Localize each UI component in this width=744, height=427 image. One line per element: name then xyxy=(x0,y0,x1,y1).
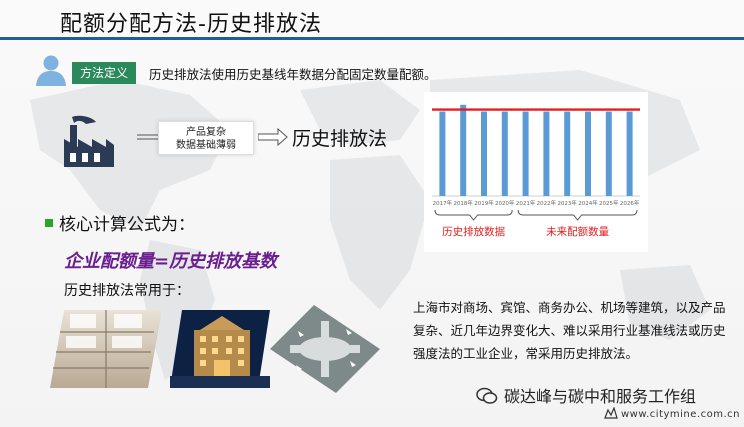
chart-bar xyxy=(439,111,446,196)
chart-tick-label: 2021年 xyxy=(516,199,536,207)
chart-group-label: 未来配额数量 xyxy=(546,225,609,238)
chart-tick-label: 2017年 xyxy=(433,199,453,207)
chart-tick-label: 2019年 xyxy=(474,199,494,207)
chart-group-bracket xyxy=(517,209,638,221)
page-title: 配额分配方法-历史排放法 xyxy=(60,12,322,37)
chart-tick-label: 2020年 xyxy=(495,199,515,207)
chart-tick-label: 2023年 xyxy=(557,199,577,207)
definition-tag: 方法定义 xyxy=(72,62,136,84)
formula-heading: 核心计算公式为： xyxy=(45,210,195,235)
usage-heading: 历史排放法常用于： xyxy=(64,283,190,299)
method-name: 历史排放法 xyxy=(292,128,388,150)
mall-interior-photo xyxy=(50,310,162,388)
bullet-square-icon xyxy=(45,219,53,227)
chart-bar xyxy=(585,111,591,196)
chart-bar xyxy=(501,111,508,196)
application-description: 上海市对商场、宾馆、商务办公、机场等建筑，以及产品复杂、近几年边界变化大、难以采… xyxy=(413,300,726,361)
header-divider xyxy=(0,37,744,40)
chart-tick-label: 2025年 xyxy=(599,199,619,207)
chart-bar xyxy=(460,104,467,196)
person-icon xyxy=(36,55,66,86)
wechat-icon xyxy=(476,387,498,404)
chart-tick-label: 2024年 xyxy=(578,199,598,207)
wechat-account-name: 碳达峰与碳中和服务工作组 xyxy=(504,387,697,406)
flow-arrow-1 xyxy=(137,134,159,140)
chart-tick-label: 2022年 xyxy=(537,199,557,207)
wechat-watermark: 碳达峰与碳中和服务工作组 xyxy=(476,383,696,407)
formula-expression: 企业配额量=历史排放基数 xyxy=(64,251,278,272)
citymine-logo-icon xyxy=(604,407,618,419)
slide: 配额分配方法-历史排放法 方法定义 历史排放法使用历史基线年数据分配固定数量配额… xyxy=(0,0,744,427)
definition-text: 历史排放法使用历史基线年数据分配固定数量配额。 xyxy=(149,67,437,82)
allocation-chart-panel: 2017年 2018年 2019年 2020年 2021年 2022年 2023年 2024年… xyxy=(424,92,648,252)
chart-group-bracket xyxy=(434,209,513,221)
chart-bar xyxy=(605,111,612,196)
site-url: www.citymine.com.cn xyxy=(621,409,740,420)
chart-tick-label: 2026年 xyxy=(620,199,640,207)
formula-heading-text: 核心计算公式为： xyxy=(59,215,195,235)
factory-icon xyxy=(64,115,114,167)
chart-tick-label: 2018年 xyxy=(453,199,473,207)
chart-group-label: 历史排放数据 xyxy=(442,225,505,238)
airport-aerial-photo xyxy=(270,305,380,393)
chart-bar xyxy=(626,111,633,196)
hotel-exterior-photo xyxy=(170,310,270,388)
chart-bar xyxy=(543,111,550,196)
site-watermark: www.citymine.com.cn xyxy=(604,407,740,420)
condition-box: 产品复杂 数据基础薄弱 xyxy=(158,121,254,155)
flow-arrow-2 xyxy=(258,127,288,147)
chart-bar xyxy=(481,111,487,196)
chart-bar xyxy=(564,111,571,196)
condition-line-1: 产品复杂 xyxy=(186,127,226,138)
chart-bar xyxy=(522,111,529,196)
condition-line-2: 数据基础薄弱 xyxy=(176,140,236,151)
allocation-bar-chart: 2017年 2018年 2019年 2020年 2021年 2022年 2023年 2024年… xyxy=(432,104,640,238)
